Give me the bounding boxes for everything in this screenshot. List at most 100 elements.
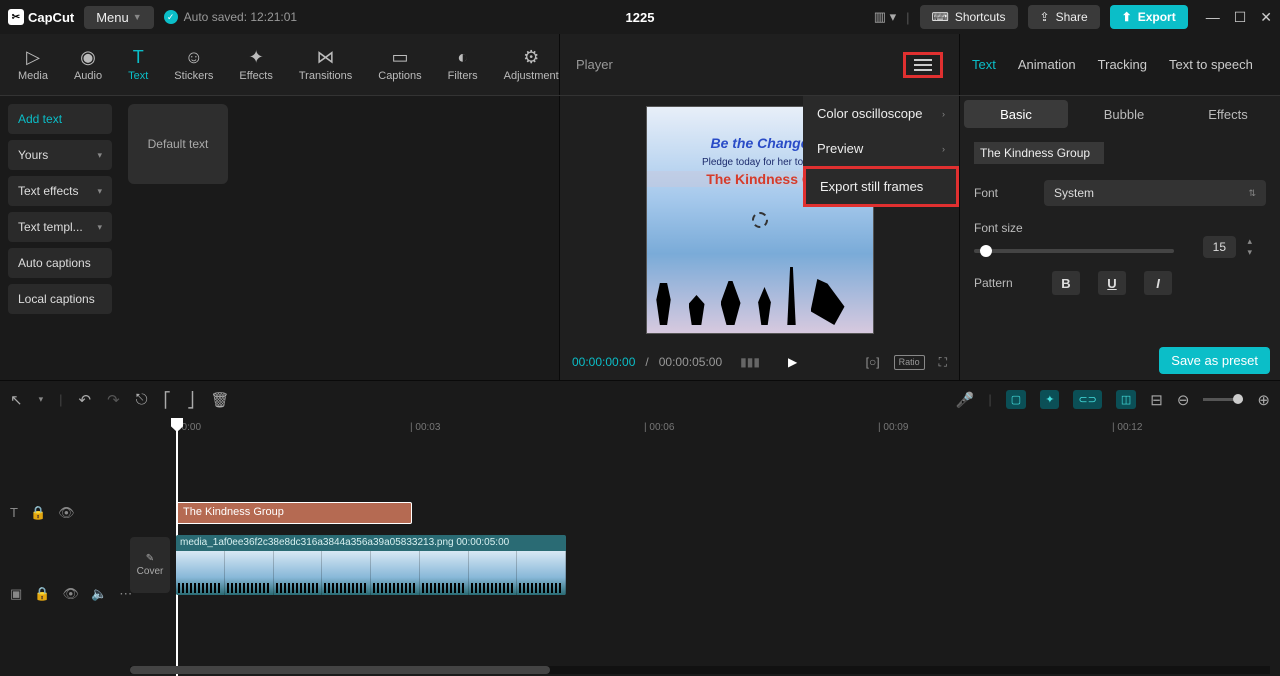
more-icon[interactable]: ⋯ xyxy=(119,586,132,602)
menu-button[interactable]: Menu ▼ xyxy=(84,6,153,29)
split-tool[interactable]: ⎋ xyxy=(136,391,148,408)
tab-audio[interactable]: ◉Audio xyxy=(64,41,112,88)
dd-preview[interactable]: Preview› xyxy=(803,131,959,166)
text-clip[interactable]: The Kindness Group xyxy=(176,502,412,524)
player-menu-button[interactable] xyxy=(914,59,932,71)
cover-button[interactable]: ✎ Cover xyxy=(130,537,170,593)
menu-label: Menu xyxy=(96,10,129,25)
rtab-tracking[interactable]: Tracking xyxy=(1098,57,1147,72)
italic-button[interactable]: I xyxy=(1144,271,1172,295)
mic-icon[interactable]: 🎤 xyxy=(956,391,975,409)
chevron-down-icon[interactable]: ▾ xyxy=(39,394,44,405)
tab-filters[interactable]: ◐Filters xyxy=(438,41,488,88)
timeline-scrollthumb[interactable] xyxy=(130,666,550,674)
side-yours[interactable]: Yours▾ xyxy=(8,140,112,170)
tab-adjustment[interactable]: ⚙Adjustment xyxy=(494,41,569,88)
size-value[interactable]: 15 xyxy=(1203,236,1236,258)
export-button[interactable]: ⬆ Export xyxy=(1110,5,1188,29)
main-tabs-row: ▷Media ◉Audio TText ☺Stickers ✦Effects ⋈… xyxy=(0,34,1280,96)
split-right-tool[interactable]: ⎦ xyxy=(187,391,195,409)
tab-media[interactable]: ▷Media xyxy=(8,41,58,88)
tab-transitions[interactable]: ⋈Transitions xyxy=(289,41,362,88)
share-button[interactable]: ⇪ Share xyxy=(1028,5,1100,29)
tl-chip-3[interactable]: ⊂⊃ xyxy=(1073,390,1101,409)
left-panel: Add text Yours▾ Text effects▾ Text templ… xyxy=(0,96,560,380)
subtab-bubble[interactable]: Bubble xyxy=(1072,96,1176,132)
app-logo: ✂ CapCut xyxy=(8,9,74,25)
app-name: CapCut xyxy=(28,10,74,25)
player-dropdown: Color oscilloscope› Preview› Export stil… xyxy=(803,96,959,207)
zoom-in-icon[interactable]: ⊕ xyxy=(1257,391,1270,409)
adjustment-icon: ⚙ xyxy=(523,47,539,68)
redo-button[interactable]: ↷ xyxy=(107,391,120,409)
autosave-status: ✓ Auto saved: 12:21:01 xyxy=(164,10,297,24)
close-icon[interactable]: ✕ xyxy=(1260,9,1272,26)
side-add-text[interactable]: Add text xyxy=(8,104,112,134)
dd-export-still-frames[interactable]: Export still frames xyxy=(803,166,959,207)
layout-icon[interactable]: ▥ ▾ xyxy=(874,9,896,25)
font-select[interactable]: System ⇅ xyxy=(1044,180,1266,206)
lock-icon[interactable]: 🔒 xyxy=(34,586,50,602)
maximize-icon[interactable]: ☐ xyxy=(1234,9,1247,26)
delete-tool[interactable]: 🗑 xyxy=(211,391,230,409)
subtab-basic[interactable]: Basic xyxy=(964,100,1068,128)
timeline-ruler[interactable]: 00:00 | 00:03 | 00:06 | 00:09 | 00:12 xyxy=(176,418,1280,442)
tl-chip-2[interactable]: ✦ xyxy=(1040,390,1059,409)
tl-misc-icon[interactable]: ⊟ xyxy=(1150,391,1163,409)
subtab-effects[interactable]: Effects xyxy=(1176,96,1280,132)
bold-button[interactable]: B xyxy=(1052,271,1080,295)
underline-button[interactable]: U xyxy=(1098,271,1126,295)
default-text-card[interactable]: Default text xyxy=(128,104,228,184)
props-body: Font System ⇅ Font size 15 ▴▾ Pattern B … xyxy=(960,132,1280,380)
time-current: 00:00:00:00 xyxy=(572,355,635,369)
tl-chip-1[interactable]: ▢ xyxy=(1006,390,1026,409)
tab-effects[interactable]: ✦Effects xyxy=(229,41,282,88)
check-icon: ✓ xyxy=(164,10,178,24)
mute-icon[interactable]: 🔈 xyxy=(91,586,107,602)
lock-icon[interactable]: 🔒 xyxy=(30,505,46,521)
size-stepper[interactable]: ▴▾ xyxy=(1247,236,1252,258)
side-text-templates[interactable]: Text templ...▾ xyxy=(8,212,112,242)
chevron-down-icon: ▾ xyxy=(97,150,102,161)
player-label: Player xyxy=(576,57,613,72)
side-local-captions[interactable]: Local captions xyxy=(8,284,112,314)
inspector-tabs: Text Animation Tracking Text to speech xyxy=(960,34,1280,95)
tl-chip-4[interactable]: ◫ xyxy=(1116,390,1136,409)
player-controls-right: [○] Ratio ⛶ xyxy=(866,355,947,370)
split-left-tool[interactable]: ⎡ xyxy=(164,391,172,409)
fullscreen-icon[interactable]: ⛶ xyxy=(939,355,947,370)
pointer-tool[interactable]: ↖ xyxy=(10,391,23,409)
tab-stickers[interactable]: ☺Stickers xyxy=(164,41,223,88)
slider-thumb[interactable] xyxy=(980,245,992,257)
filters-icon: ◐ xyxy=(457,47,468,68)
tab-text[interactable]: TText xyxy=(118,41,158,88)
rtab-tts[interactable]: Text to speech xyxy=(1169,57,1253,72)
save-preset-button[interactable]: Save as preset xyxy=(1159,347,1270,374)
dd-color-oscilloscope[interactable]: Color oscilloscope› xyxy=(803,96,959,131)
timeline-toolbar-right: 🎤 | ▢ ✦ ⊂⊃ ◫ ⊟ ⊖ ⊕ xyxy=(956,390,1270,409)
eye-icon[interactable]: 👁 xyxy=(58,505,75,521)
eye-icon[interactable]: 👁 xyxy=(62,586,79,602)
pencil-icon: ✎ xyxy=(146,553,154,564)
minimize-icon[interactable]: — xyxy=(1206,9,1220,26)
zoom-slider[interactable] xyxy=(1203,398,1243,401)
share-icon: ⇪ xyxy=(1040,10,1050,24)
ratio-button[interactable]: Ratio xyxy=(894,355,925,370)
columns-icon[interactable]: ▮▮▮ xyxy=(740,355,760,369)
zoom-thumb[interactable] xyxy=(1233,394,1243,404)
play-button[interactable]: ▶ xyxy=(788,355,797,369)
timeline-scrollbar[interactable] xyxy=(130,666,1270,674)
undo-button[interactable]: ↶ xyxy=(79,391,92,409)
side-text-effects[interactable]: Text effects▾ xyxy=(8,176,112,206)
text-content-input[interactable] xyxy=(974,142,1104,164)
rtab-animation[interactable]: Animation xyxy=(1018,57,1076,72)
shortcuts-button[interactable]: ⌨ Shortcuts xyxy=(920,5,1018,29)
side-auto-captions[interactable]: Auto captions xyxy=(8,248,112,278)
media-clip[interactable]: media_1af0ee36f2c38e8dc316a3844a356a39a0… xyxy=(176,535,566,595)
size-slider[interactable] xyxy=(974,249,1174,253)
zoom-out-icon[interactable]: ⊖ xyxy=(1177,391,1190,409)
scan-icon[interactable]: [○] xyxy=(866,355,880,370)
tab-captions[interactable]: ▭Captions xyxy=(368,41,431,88)
rtab-text[interactable]: Text xyxy=(972,57,996,72)
text-presets-area: Default text xyxy=(120,96,236,380)
